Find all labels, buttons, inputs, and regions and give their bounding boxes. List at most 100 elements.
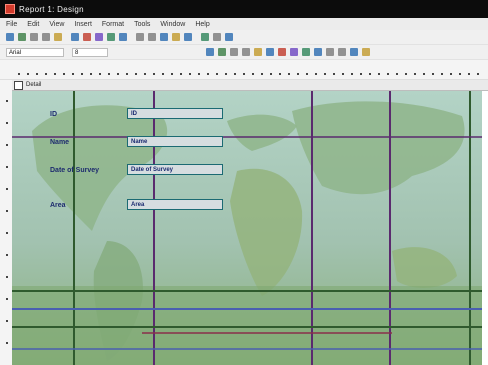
ruler-tick bbox=[342, 73, 344, 75]
ruler-tick bbox=[6, 144, 8, 146]
name-textbox[interactable]: Name bbox=[127, 136, 223, 147]
ruler-tick bbox=[6, 276, 8, 278]
format-button-icon[interactable] bbox=[302, 48, 310, 56]
ruler-tick bbox=[207, 73, 209, 75]
formatting-toolbar: Arial 8 bbox=[0, 45, 488, 60]
ruler-tick bbox=[189, 73, 191, 75]
area-label[interactable]: Area bbox=[50, 202, 66, 209]
toolbar-button-icon[interactable] bbox=[30, 33, 38, 41]
format-button-icon[interactable] bbox=[242, 48, 250, 56]
menu-tools[interactable]: Tools bbox=[134, 21, 150, 28]
ruler-tick bbox=[6, 320, 8, 322]
toolbar-button-icon[interactable] bbox=[160, 33, 168, 41]
area-textbox[interactable]: Area bbox=[127, 199, 223, 210]
font-select[interactable]: Arial bbox=[6, 47, 64, 57]
menu-format[interactable]: Format bbox=[102, 21, 124, 28]
ruler-tick bbox=[414, 73, 416, 75]
toolbar-button-icon[interactable] bbox=[184, 33, 192, 41]
toolbar-button-icon[interactable] bbox=[95, 33, 103, 41]
ruler-tick bbox=[333, 73, 335, 75]
section-selector-icon[interactable] bbox=[14, 80, 23, 90]
report-canvas[interactable]: ID ID Name Name Date of Survey Date of S… bbox=[12, 91, 482, 365]
ruler-tick bbox=[351, 73, 353, 75]
format-button-icon[interactable] bbox=[230, 48, 238, 56]
menu-insert[interactable]: Insert bbox=[74, 21, 92, 28]
ruler-tick bbox=[432, 73, 434, 75]
ruler-tick bbox=[477, 73, 479, 75]
menu-edit[interactable]: Edit bbox=[27, 21, 39, 28]
format-button-icon[interactable] bbox=[362, 48, 370, 56]
toolbar-button-icon[interactable] bbox=[42, 33, 50, 41]
format-button-icon[interactable] bbox=[326, 48, 334, 56]
format-button-icon[interactable] bbox=[290, 48, 298, 56]
format-button-icon[interactable] bbox=[206, 48, 214, 56]
toolbar-button-icon[interactable] bbox=[148, 33, 156, 41]
date-of-survey-label[interactable]: Date of Survey bbox=[50, 167, 99, 174]
toolbar-button-icon[interactable] bbox=[54, 33, 62, 41]
ruler-tick bbox=[54, 73, 56, 75]
date-of-survey-textbox[interactable]: Date of Survey bbox=[127, 164, 223, 175]
ruler-tick bbox=[459, 73, 461, 75]
toolbar-button-icon[interactable] bbox=[201, 33, 209, 41]
format-button-icon[interactable] bbox=[314, 48, 322, 56]
ruler-tick bbox=[90, 73, 92, 75]
ruler-tick bbox=[6, 166, 8, 168]
horizontal-ruler[interactable] bbox=[0, 60, 488, 80]
toolbar-button-icon[interactable] bbox=[172, 33, 180, 41]
font-size-select[interactable]: 8 bbox=[72, 47, 108, 57]
ruler-tick bbox=[117, 73, 119, 75]
ruler-tick bbox=[405, 73, 407, 75]
name-label[interactable]: Name bbox=[50, 139, 69, 146]
ruler-tick bbox=[126, 73, 128, 75]
format-button-icon[interactable] bbox=[338, 48, 346, 56]
ruler-tick bbox=[360, 73, 362, 75]
ruler-tick bbox=[81, 73, 83, 75]
ruler-tick bbox=[387, 73, 389, 75]
ruler-tick bbox=[270, 73, 272, 75]
menu-file[interactable]: File bbox=[6, 21, 17, 28]
toolbar-button-icon[interactable] bbox=[119, 33, 127, 41]
ruler-tick bbox=[288, 73, 290, 75]
toolbar-button-icon[interactable] bbox=[225, 33, 233, 41]
toolbar-button-icon[interactable] bbox=[136, 33, 144, 41]
format-button-icon[interactable] bbox=[254, 48, 262, 56]
window-title: Report 1: Design bbox=[19, 4, 84, 14]
standard-toolbar bbox=[0, 30, 488, 45]
ruler-tick bbox=[45, 73, 47, 75]
ruler-tick bbox=[450, 73, 452, 75]
ruler-tick bbox=[6, 298, 8, 300]
ruler-tick bbox=[72, 73, 74, 75]
ruler-tick bbox=[297, 73, 299, 75]
ruler-tick bbox=[6, 210, 8, 212]
ruler-tick bbox=[324, 73, 326, 75]
ruler-tick bbox=[6, 188, 8, 190]
ruler-tick bbox=[261, 73, 263, 75]
id-textbox[interactable]: ID bbox=[127, 108, 223, 119]
detail-section-header[interactable]: Detail bbox=[12, 80, 488, 91]
format-button-icon[interactable] bbox=[278, 48, 286, 56]
menu-help[interactable]: Help bbox=[195, 21, 209, 28]
toolbar-button-icon[interactable] bbox=[213, 33, 221, 41]
ruler-tick bbox=[162, 73, 164, 75]
menu-view[interactable]: View bbox=[49, 21, 64, 28]
section-label: Detail bbox=[26, 82, 42, 88]
id-label[interactable]: ID bbox=[50, 111, 57, 118]
format-button-icon[interactable] bbox=[266, 48, 274, 56]
title-bar: Report 1: Design bbox=[0, 0, 488, 18]
ruler-tick bbox=[27, 73, 29, 75]
report-design-window: Report 1: Design File Edit View Insert F… bbox=[0, 0, 488, 365]
ruler-tick bbox=[180, 73, 182, 75]
ruler-tick bbox=[225, 73, 227, 75]
ruler-tick bbox=[468, 73, 470, 75]
format-button-icon[interactable] bbox=[350, 48, 358, 56]
ruler-tick bbox=[171, 73, 173, 75]
toolbar-button-icon[interactable] bbox=[71, 33, 79, 41]
ruler-tick bbox=[6, 232, 8, 234]
menu-window[interactable]: Window bbox=[160, 21, 185, 28]
toolbar-button-icon[interactable] bbox=[107, 33, 115, 41]
toolbar-button-icon[interactable] bbox=[83, 33, 91, 41]
ruler-tick bbox=[6, 254, 8, 256]
toolbar-button-icon[interactable] bbox=[18, 33, 26, 41]
toolbar-button-icon[interactable] bbox=[6, 33, 14, 41]
format-button-icon[interactable] bbox=[218, 48, 226, 56]
